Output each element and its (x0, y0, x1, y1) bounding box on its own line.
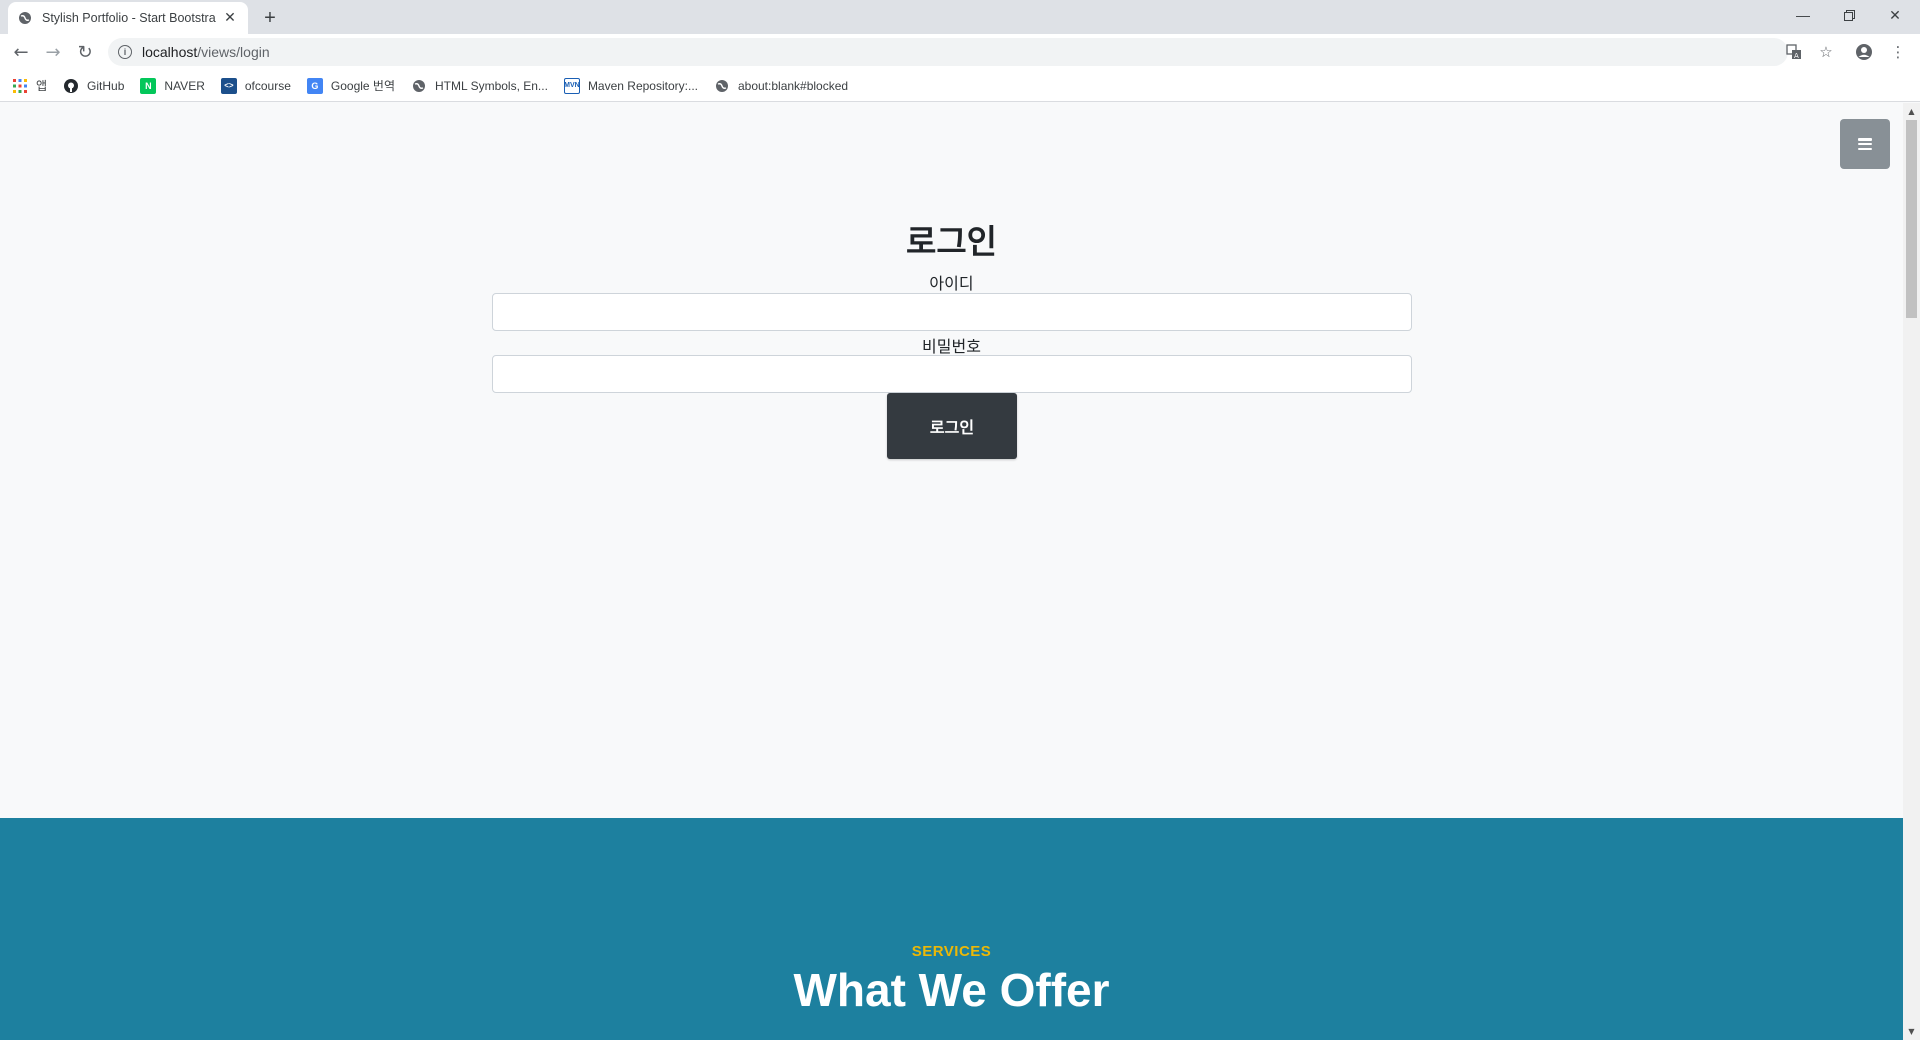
bookmark-label: Google 번역 (330, 79, 396, 93)
page-scrollbar[interactable]: ▲ ▼ (1903, 103, 1920, 1040)
site-info-icon[interactable]: i (118, 45, 132, 59)
github-icon (63, 78, 79, 94)
browser-toolbar: ← → ↻ i localhost/views/login A ☆ ⋮ (0, 34, 1920, 70)
profile-avatar-icon[interactable] (1852, 40, 1876, 64)
id-label: 아이디 (929, 274, 974, 293)
bookmark-apps[interactable]: 앱 (12, 77, 47, 94)
menu-toggle-button[interactable] (1840, 119, 1890, 169)
bookmark-html-symbols[interactable]: HTML Symbols, En... (411, 78, 548, 94)
scrollbar-thumb[interactable] (1906, 120, 1917, 318)
globe-icon (411, 78, 427, 94)
bookmark-label: ofcourse (244, 78, 291, 93)
back-arrow-icon[interactable]: ← (9, 40, 33, 64)
svg-text:A: A (1794, 52, 1799, 60)
login-title: 로그인 (905, 222, 998, 261)
browser-tab[interactable]: Stylish Portfolio - Start Bootstra ✕ (8, 2, 248, 34)
close-window-icon[interactable]: ✕ (1872, 0, 1918, 30)
services-heading: What We Offer (793, 964, 1110, 1016)
bookmark-star-icon[interactable]: ☆ (1814, 40, 1838, 64)
scroll-up-arrow-icon[interactable]: ▲ (1903, 103, 1920, 120)
bookmark-github[interactable]: GitHub (63, 78, 124, 94)
login-button[interactable]: 로그인 (887, 393, 1017, 459)
bookmark-about-blank[interactable]: about:blank#blocked (714, 78, 848, 94)
password-label: 비밀번호 (922, 337, 981, 356)
bookmark-maven[interactable]: MVN Maven Repository:... (563, 77, 698, 94)
hamburger-icon (1858, 138, 1872, 150)
bookmark-google-translate[interactable]: G Google 번역 (306, 77, 396, 94)
bookmark-label: Maven Repository:... (587, 78, 698, 93)
forward-arrow-icon[interactable]: → (41, 40, 65, 64)
apps-grid-icon (12, 78, 28, 94)
address-bar[interactable]: i localhost/views/login (108, 38, 1788, 66)
reload-icon[interactable]: ↻ (73, 40, 97, 64)
bookmark-label: NAVER (164, 78, 205, 93)
scroll-down-arrow-icon[interactable]: ▼ (1903, 1023, 1920, 1040)
bookmark-label: GitHub (87, 78, 125, 93)
globe-icon (18, 11, 32, 25)
restore-icon[interactable] (1826, 0, 1872, 30)
naver-icon: N (140, 77, 157, 94)
google-translate-icon: G (306, 77, 323, 94)
services-subheading: SERVICES (911, 943, 992, 960)
page-content: 로그인 아이디 비밀번호 로그인 SERVICES What We Offer (0, 103, 1903, 1040)
url-text: localhost/views/login (142, 44, 270, 60)
tab-title: Stylish Portfolio - Start Bootstra (42, 11, 216, 25)
bookmark-label: about:blank#blocked (737, 78, 849, 93)
bookmark-naver[interactable]: N NAVER (140, 77, 205, 94)
bookmarks-bar: 앱 GitHub N NAVER <> ofcourse G Google 번역… (0, 70, 1920, 102)
bookmark-ofcourse[interactable]: <> ofcourse (220, 77, 291, 94)
new-tab-button[interactable]: + (258, 6, 282, 30)
bookmark-label: 앱 (36, 79, 48, 93)
browser-tabstrip: Stylish Portfolio - Start Bootstra ✕ + —… (0, 0, 1920, 34)
translate-icon[interactable]: A (1782, 40, 1806, 64)
more-menu-icon[interactable]: ⋮ (1886, 40, 1910, 64)
bookmark-label: HTML Symbols, En... (435, 78, 548, 93)
id-input[interactable] (492, 293, 1412, 331)
ofcourse-icon: <> (220, 77, 237, 94)
maven-icon: MVN (563, 77, 580, 94)
services-section: SERVICES What We Offer (0, 818, 1903, 1040)
globe-icon (714, 78, 730, 94)
minimize-icon[interactable]: — (1780, 0, 1826, 30)
close-tab-icon[interactable]: ✕ (222, 10, 238, 26)
password-input[interactable] (492, 355, 1412, 393)
